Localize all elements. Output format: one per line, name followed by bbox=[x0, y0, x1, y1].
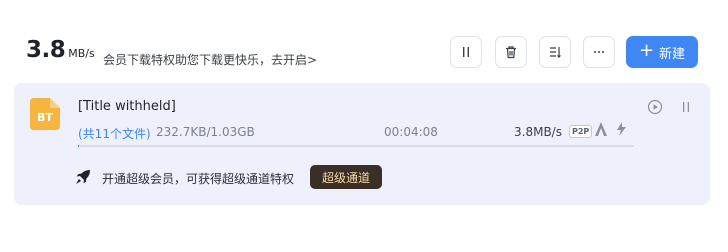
downloaded-size: 232.7KB/1.03GB bbox=[156, 125, 255, 139]
delete-button[interactable] bbox=[495, 36, 527, 68]
plus-icon: + bbox=[638, 40, 655, 61]
pause-all-button[interactable] bbox=[450, 36, 482, 68]
file-icon: BT bbox=[30, 98, 60, 130]
sort-button[interactable] bbox=[539, 36, 571, 68]
speed-value: 3.8 bbox=[26, 37, 66, 63]
more-button[interactable] bbox=[583, 36, 615, 68]
task-title: [Title withheld] bbox=[78, 99, 176, 114]
svg-text:BT: BT bbox=[37, 111, 53, 124]
super-channel-button[interactable]: 超级通道 bbox=[310, 165, 382, 189]
download-task-card[interactable]: BT [Title withheld] (共11个文件) 232.7KB/1.0… bbox=[14, 83, 710, 205]
pause-icon bbox=[463, 47, 469, 57]
speed-unit: MB/s bbox=[68, 47, 95, 60]
more-icon bbox=[594, 51, 604, 53]
play-icon[interactable] bbox=[647, 99, 663, 115]
vip-description: 开通超级会员，可获得超级通道特权 bbox=[102, 172, 295, 186]
rocket-icon bbox=[76, 170, 90, 184]
task-speed: 3.8MB/s bbox=[514, 125, 562, 139]
pause-icon[interactable] bbox=[680, 100, 692, 114]
total-speed: 3.8 MB/s bbox=[26, 37, 95, 63]
trash-icon bbox=[506, 46, 516, 59]
new-task-button[interactable]: + 新建 bbox=[626, 36, 698, 68]
progress-bar bbox=[78, 145, 634, 147]
bolt-icon bbox=[617, 122, 626, 136]
accelerate-icon bbox=[595, 122, 607, 136]
toolbar: 3.8 MB/s 会员下载特权助您下载更快乐，去开启> + 新建 bbox=[26, 36, 698, 70]
p2p-badge: P2P bbox=[569, 125, 593, 138]
remaining-time: 00:04:08 bbox=[384, 125, 438, 139]
file-count-link[interactable]: (共11个文件) bbox=[78, 125, 151, 142]
new-task-label: 新建 bbox=[659, 46, 686, 62]
vip-promo-link[interactable]: 会员下载特权助您下载更快乐，去开启> bbox=[103, 51, 317, 68]
sort-icon bbox=[550, 47, 561, 58]
